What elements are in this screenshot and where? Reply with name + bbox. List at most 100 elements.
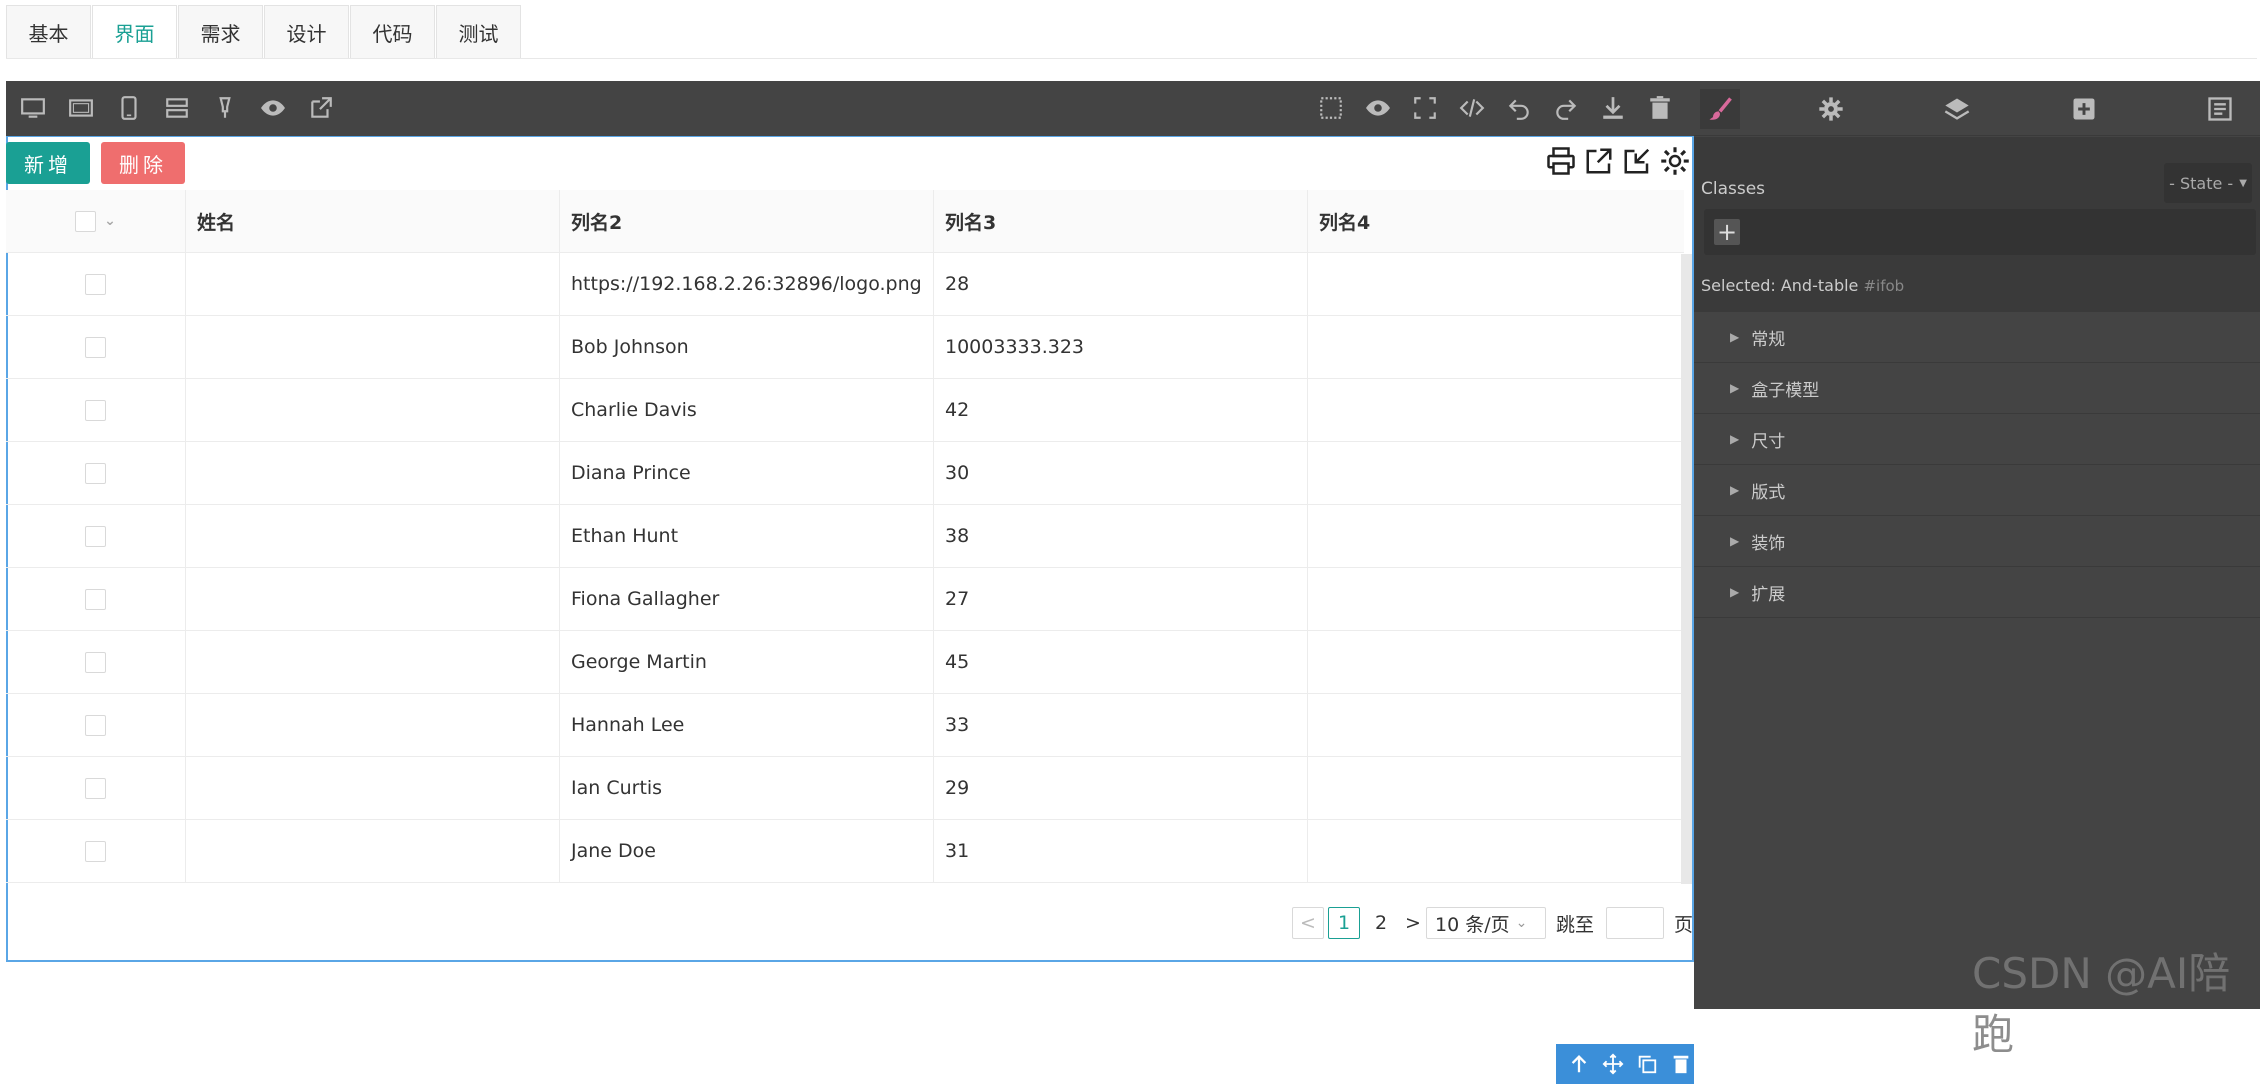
table-cell: 28 <box>934 253 1308 315</box>
table-cell <box>186 379 560 441</box>
tab-basic[interactable]: 基本 <box>6 5 91 59</box>
table-row[interactable]: Bob Johnson 10003333.323 <box>6 316 1684 379</box>
tab-ui[interactable]: 界面 <box>92 5 177 59</box>
table-row[interactable]: Diana Prince 30 <box>6 442 1684 505</box>
style-sector[interactable]: ▶ 尺寸 <box>1694 414 2260 465</box>
delete-button[interactable]: 删除 <box>101 142 185 184</box>
preview-icon[interactable] <box>1363 93 1393 123</box>
table-row[interactable]: Ethan Hunt 38 <box>6 505 1684 568</box>
bulb-icon[interactable] <box>210 93 240 123</box>
column-header[interactable]: 列名2 <box>560 190 934 252</box>
row-checkbox[interactable] <box>85 399 106 421</box>
settings-gear-icon[interactable] <box>1811 89 1851 129</box>
tab-code[interactable]: 代码 <box>350 5 435 59</box>
table-cell <box>186 505 560 567</box>
row-checkbox-cell <box>6 820 186 882</box>
column-header[interactable]: 姓名 <box>186 190 560 252</box>
style-sector[interactable]: ▶ 常规 <box>1694 312 2260 363</box>
table-cell: 30 <box>934 442 1308 504</box>
delete-component-icon[interactable] <box>1670 1053 1692 1075</box>
add-button[interactable]: 新增 <box>6 142 90 184</box>
row-checkbox[interactable] <box>85 273 106 295</box>
table-cell <box>1308 316 1684 378</box>
table-scrollbar[interactable] <box>1681 254 1692 884</box>
table-cell <box>186 631 560 693</box>
sector-title: 盒子模型 <box>1751 380 1820 401</box>
desktop-icon[interactable] <box>18 93 48 123</box>
table-cell: 38 <box>934 505 1308 567</box>
trash-icon[interactable] <box>1645 93 1675 123</box>
table-cell: 45 <box>934 631 1308 693</box>
traits-list-icon[interactable] <box>2200 89 2240 129</box>
row-checkbox[interactable] <box>85 462 106 484</box>
state-select[interactable]: - State - ▼ <box>2164 163 2252 203</box>
import-icon[interactable] <box>1622 146 1652 178</box>
layers-icon[interactable] <box>1937 89 1977 129</box>
select-all-checkbox[interactable] <box>75 210 97 232</box>
blocks-add-icon[interactable] <box>2064 89 2104 129</box>
settings-gear-icon[interactable] <box>1660 146 1690 178</box>
table-cell: Diana Prince <box>560 442 934 504</box>
move-icon[interactable] <box>1602 1053 1624 1075</box>
table-row[interactable]: Fiona Gallagher 27 <box>6 568 1684 631</box>
style-panel: Classes - State - ▼ + Selected: And-table… <box>1694 81 2260 1009</box>
page-size-select[interactable]: 10 条/页 ⌄ <box>1426 907 1546 939</box>
fullscreen-icon[interactable] <box>1410 93 1440 123</box>
table-cell: Ian Curtis <box>560 757 934 819</box>
style-manager-brush-icon[interactable] <box>1700 89 1740 129</box>
preview-eye-icon[interactable] <box>258 93 288 123</box>
style-sector[interactable]: ▶ 扩展 <box>1694 567 2260 618</box>
select-parent-icon[interactable] <box>1568 1053 1590 1075</box>
row-checkbox[interactable] <box>85 840 106 862</box>
style-sector[interactable]: ▶ 版式 <box>1694 465 2260 516</box>
table-row[interactable]: Jane Doe 31 <box>6 820 1684 883</box>
print-icon[interactable] <box>1546 146 1576 178</box>
component-outline-icon[interactable] <box>1316 93 1346 123</box>
table-cell: 42 <box>934 379 1308 441</box>
watermark: CSDN @AI陪跑 <box>1972 949 2231 1059</box>
tab-design[interactable]: 设计 <box>264 5 349 59</box>
column-header[interactable]: 列名4 <box>1308 190 1684 252</box>
page-2-button[interactable]: 2 <box>1368 907 1394 939</box>
table-row[interactable]: Hannah Lee 33 <box>6 694 1684 757</box>
table-cell: Hannah Lee <box>560 694 934 756</box>
tab-test[interactable]: 测试 <box>436 5 521 59</box>
table-row[interactable]: Ian Curtis 29 <box>6 757 1684 820</box>
jump-page-input[interactable] <box>1606 907 1664 939</box>
code-icon[interactable] <box>1457 93 1487 123</box>
selected-component-name: And-table <box>1780 276 1859 295</box>
row-checkbox[interactable] <box>85 777 106 799</box>
download-icon[interactable] <box>1598 93 1628 123</box>
class-tags-field[interactable]: + <box>1704 209 2256 255</box>
add-class-button[interactable]: + <box>1714 219 1740 245</box>
clone-icon[interactable] <box>1636 1053 1658 1075</box>
next-page-button[interactable]: > <box>1400 907 1426 939</box>
row-checkbox[interactable] <box>85 336 106 358</box>
row-checkbox[interactable] <box>85 714 106 736</box>
table-row[interactable]: George Martin 45 <box>6 631 1684 694</box>
table-cell: Jane Doe <box>560 820 934 882</box>
external-link-icon[interactable] <box>306 93 336 123</box>
table-row[interactable]: Charlie Davis 42 <box>6 379 1684 442</box>
layout-rows-icon[interactable] <box>162 93 192 123</box>
style-sector[interactable]: ▶ 装饰 <box>1694 516 2260 567</box>
tablet-landscape-icon[interactable] <box>66 93 96 123</box>
mobile-icon[interactable] <box>114 93 144 123</box>
prev-page-button[interactable]: < <box>1292 907 1324 939</box>
row-checkbox[interactable] <box>85 588 106 610</box>
tab-requirements[interactable]: 需求 <box>178 5 263 59</box>
table-row[interactable]: https://192.168.2.26:32896/logo.png 28 <box>6 253 1684 316</box>
style-sector[interactable]: ▶ 盒子模型 <box>1694 363 2260 414</box>
export-icon[interactable] <box>1584 146 1614 178</box>
row-checkbox[interactable] <box>85 651 106 673</box>
undo-icon[interactable] <box>1504 93 1534 123</box>
chevron-down-icon[interactable]: ⌄ <box>104 213 116 229</box>
redo-icon[interactable] <box>1551 93 1581 123</box>
table-cell <box>1308 820 1684 882</box>
sector-title: 装饰 <box>1751 533 1786 554</box>
page-1-button[interactable]: 1 <box>1328 907 1360 939</box>
column-header[interactable]: 列名3 <box>934 190 1308 252</box>
table-cell: George Martin <box>560 631 934 693</box>
row-checkbox[interactable] <box>85 525 106 547</box>
table-cell <box>186 442 560 504</box>
